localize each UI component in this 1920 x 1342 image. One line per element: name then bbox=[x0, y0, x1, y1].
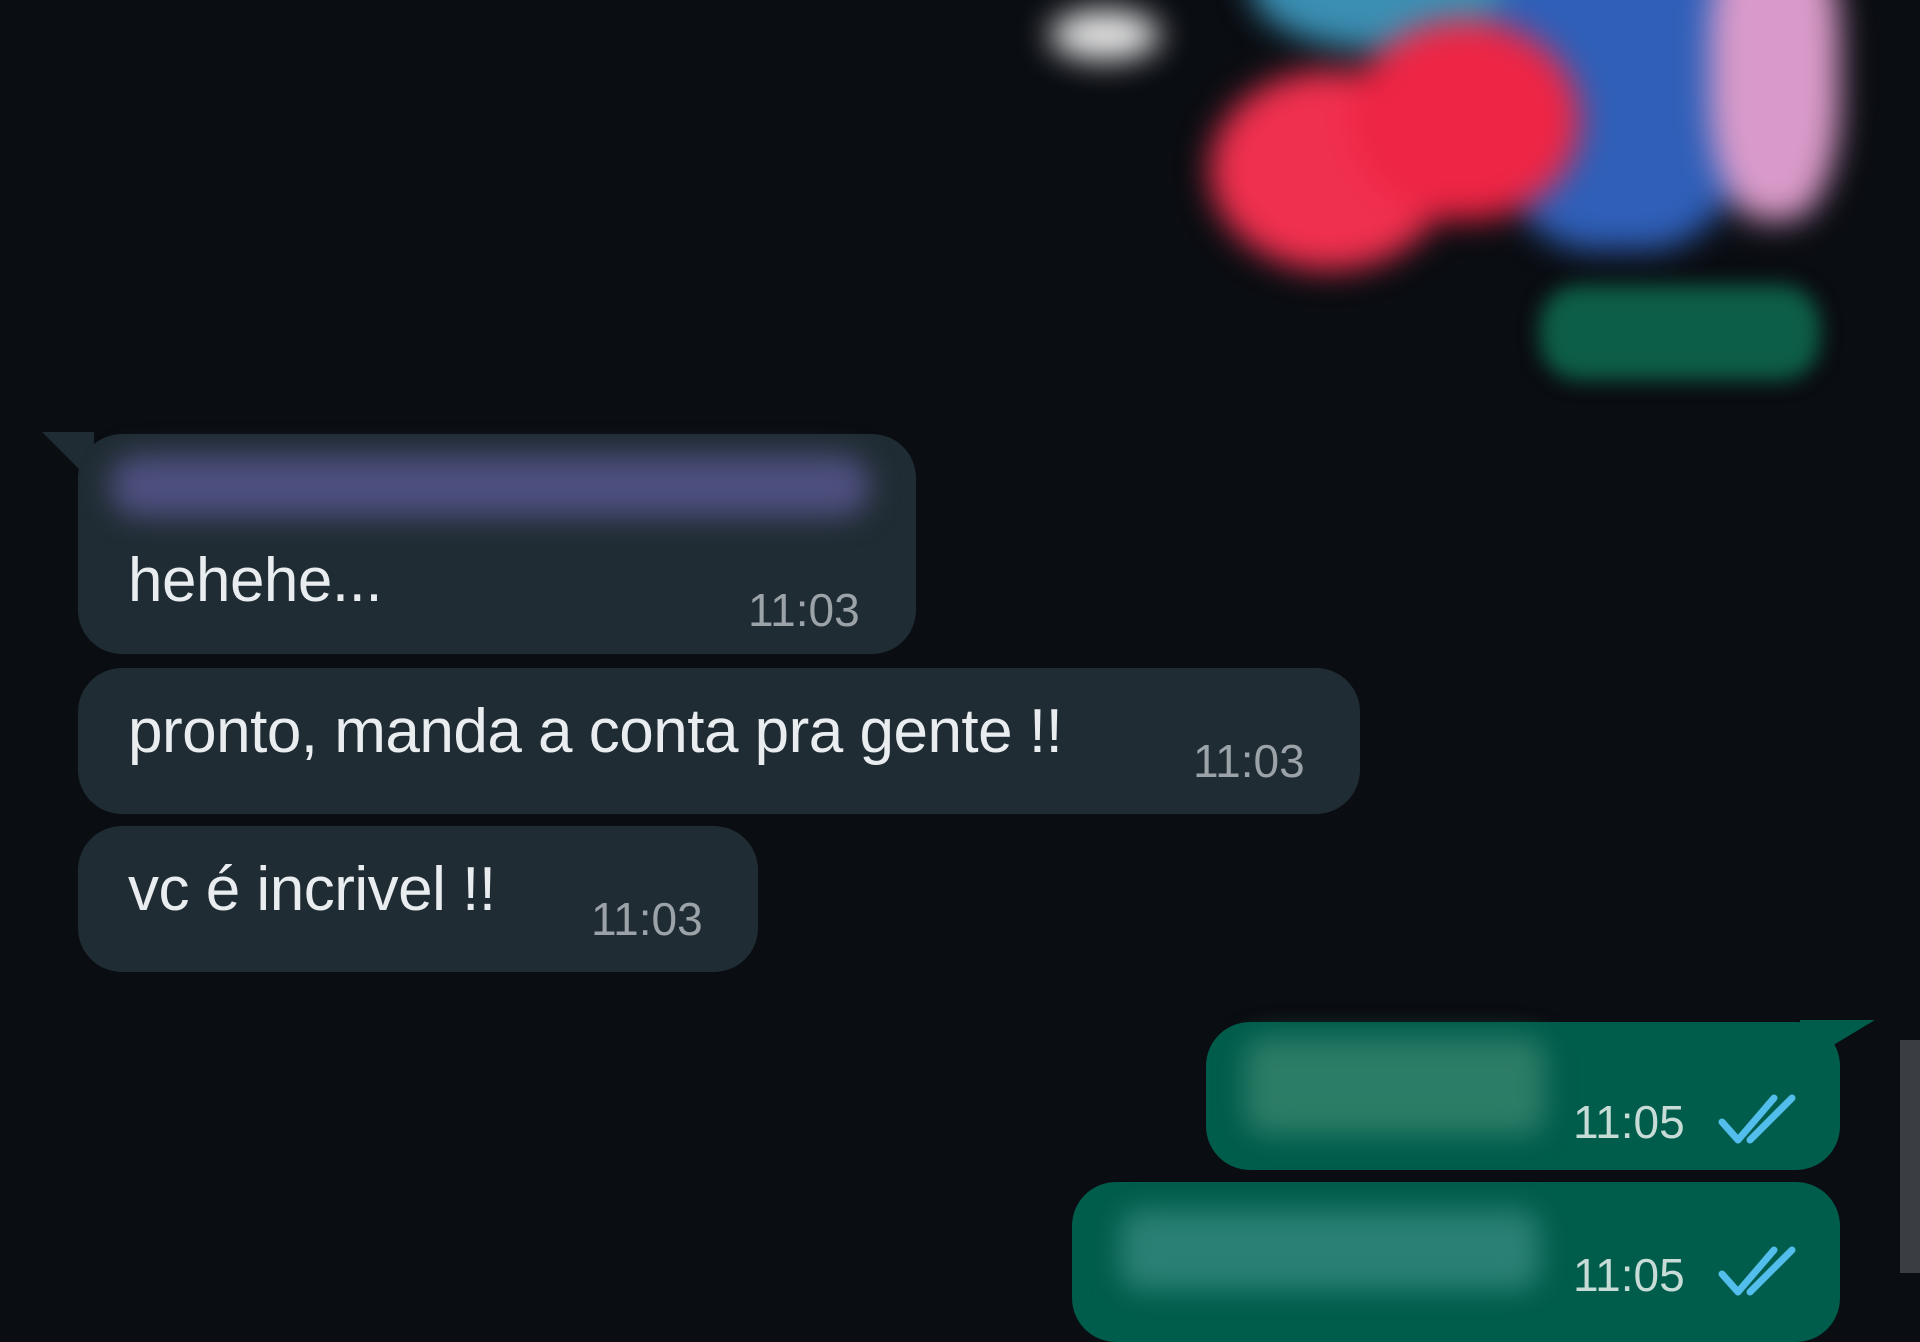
double-check-icon bbox=[1718, 1094, 1796, 1144]
message-text: vc é incrivel !! bbox=[128, 855, 496, 924]
sender-name-blurred bbox=[110, 455, 870, 517]
message-text-blurred bbox=[1245, 1038, 1545, 1134]
double-check-icon bbox=[1718, 1246, 1796, 1296]
chat-area[interactable]: hehehe... 11:03 pronto, manda a conta pr… bbox=[0, 0, 1920, 1342]
message-text-blurred bbox=[1120, 1210, 1540, 1290]
message-time: 11:03 bbox=[748, 584, 860, 636]
message-time: 11:03 bbox=[591, 893, 703, 945]
message-time: 11:03 bbox=[1193, 735, 1305, 787]
message-time: 11:05 bbox=[1573, 1096, 1685, 1148]
message-time: 11:05 bbox=[1573, 1249, 1685, 1301]
message-text: pronto, manda a conta pra gente !! bbox=[128, 697, 1063, 766]
scrollbar[interactable] bbox=[1900, 1040, 1920, 1273]
message-text: hehehe... bbox=[128, 546, 383, 615]
sticker-timestamp-blurred bbox=[1540, 285, 1820, 380]
